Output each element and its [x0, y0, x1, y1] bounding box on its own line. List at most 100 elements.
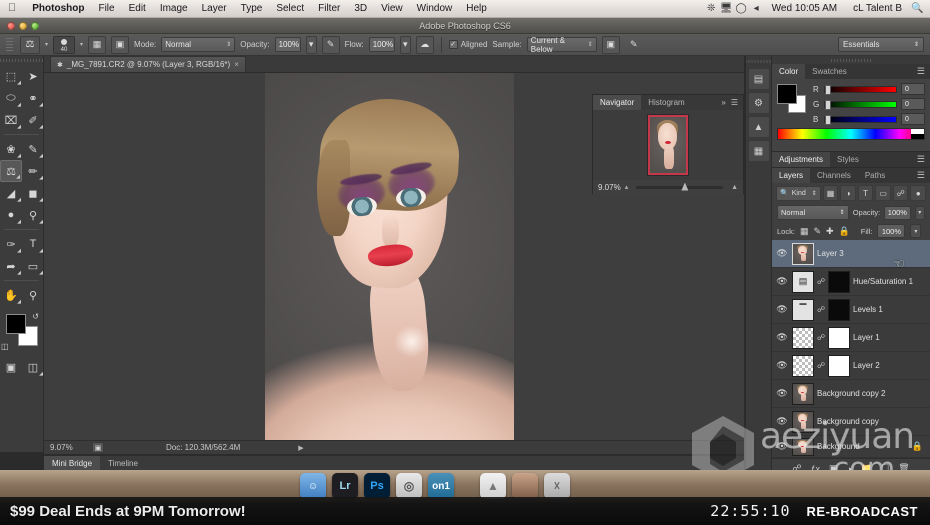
layer-visibility-icon[interactable]: 👁: [775, 276, 789, 287]
layer-visibility-icon[interactable]: 👁: [775, 416, 789, 427]
opacity-input[interactable]: 100%: [274, 37, 301, 52]
actions-icon[interactable]: ⚙: [747, 92, 770, 114]
layer-name[interactable]: Background copy 2: [817, 389, 886, 398]
filter-type-icon[interactable]: T: [857, 185, 874, 201]
swap-colors-icon[interactable]: ↺: [32, 312, 39, 321]
layer-fill-value[interactable]: 100%: [877, 224, 906, 238]
clone-source-icon[interactable]: ▣: [111, 35, 130, 54]
menu-layer[interactable]: Layer: [195, 0, 234, 18]
bluetooth-icon[interactable]: ❊: [705, 3, 718, 14]
channel-g-knob[interactable]: [825, 99, 831, 110]
rectangle-tool[interactable]: ▭ ◢: [22, 255, 44, 277]
clone-stamp-tool[interactable]: ⚖ ◢: [0, 160, 22, 182]
document-tab[interactable]: ✱ _MG_7891.CR2 @ 9.07% (Layer 3, RGB/16*…: [50, 56, 246, 72]
link-mask-icon[interactable]: ☍: [817, 333, 825, 342]
navigator-zoom-slider[interactable]: [636, 182, 724, 191]
display-icon[interactable]: 🖥: [720, 3, 733, 14]
type-tool[interactable]: T ◢: [22, 233, 44, 255]
layer-thumbnail-adjustment[interactable]: ▤: [792, 270, 814, 293]
dock-item-finder[interactable]: ☺: [300, 473, 326, 499]
adjustments-icon[interactable]: ▲: [747, 116, 770, 138]
tab-channels[interactable]: Channels: [810, 168, 858, 183]
blend-mode-select[interactable]: Normal ⇕: [161, 37, 236, 52]
layer-fill-stepper[interactable]: ▾: [910, 224, 922, 238]
layer-thumbnail[interactable]: [792, 410, 814, 433]
clone-stamp-icon[interactable]: ⚖: [20, 35, 40, 54]
layer-opacity-stepper[interactable]: ▾: [914, 205, 926, 220]
layer-thumbnail[interactable]: [792, 326, 814, 349]
channel-g-slider[interactable]: [824, 99, 897, 110]
menu-type[interactable]: Type: [234, 0, 270, 18]
menu-window[interactable]: Window: [410, 0, 460, 18]
dodge-tool[interactable]: ⚲ ◢: [22, 204, 44, 226]
tab-color[interactable]: Color: [772, 64, 806, 79]
wifi-icon[interactable]: ◯: [735, 3, 748, 14]
brush-panel-icon[interactable]: ▦: [88, 35, 107, 54]
menu-image[interactable]: Image: [153, 0, 195, 18]
layer-mask-thumbnail[interactable]: [828, 326, 850, 349]
panel-menu-icon[interactable]: ☰: [731, 98, 738, 107]
layer-name[interactable]: Background copy: [817, 417, 879, 426]
filter-toggle-icon[interactable]: ●: [910, 185, 927, 201]
channel-r-knob[interactable]: [825, 84, 831, 95]
menu-user[interactable]: cL Talent B: [846, 0, 909, 18]
marquee-tool[interactable]: ⬚ ◢: [0, 65, 22, 87]
path-selection-tool[interactable]: ➦ ◢: [0, 255, 22, 277]
menu-file[interactable]: File: [91, 0, 121, 18]
layer-mask-thumbnail[interactable]: [828, 298, 850, 321]
layer-thumbnail[interactable]: [792, 354, 814, 377]
tab-layers[interactable]: Layers: [772, 168, 811, 183]
image-canvas[interactable]: [265, 73, 514, 443]
link-mask-icon[interactable]: ☍: [817, 361, 825, 370]
dock-item-photo-app[interactable]: [512, 473, 538, 499]
dock-item-bag-app[interactable]: ▲: [480, 473, 506, 499]
search-icon[interactable]: 🔍: [911, 3, 924, 14]
dock-item-camera-app[interactable]: ◎: [396, 473, 422, 499]
menu-help[interactable]: Help: [459, 0, 494, 18]
history-brush-tool[interactable]: ✏ ◢: [22, 160, 44, 182]
tools-panel-grip[interactable]: [0, 56, 43, 65]
navigator-zoom-value[interactable]: 9.07%: [598, 183, 621, 192]
opacity-slider-chevron-icon[interactable]: ▾: [305, 35, 317, 54]
menu-3d[interactable]: 3D: [347, 0, 374, 18]
pen-tool[interactable]: ✑ ◢: [0, 233, 22, 255]
foreground-color-swatch[interactable]: [6, 314, 26, 334]
history-icon[interactable]: ▤: [747, 68, 770, 90]
navigator-thumbnail-area[interactable]: [593, 110, 743, 180]
layer-visibility-icon[interactable]: 👁: [775, 388, 789, 399]
close-tab-icon[interactable]: ×: [234, 60, 239, 69]
pressure-opacity-icon[interactable]: ✎: [321, 35, 340, 54]
layer-name[interactable]: Background: [817, 442, 860, 451]
navigator-zoom-knob[interactable]: [681, 182, 689, 191]
layer-thumbnail[interactable]: [792, 242, 814, 265]
layer-visibility-icon[interactable]: 👁: [775, 248, 789, 259]
quick-mask-icon[interactable]: ▣: [0, 356, 22, 378]
layer-row-layer-2[interactable]: 👁 ☍ Layer 2: [772, 352, 930, 380]
volume-icon[interactable]: ◂: [750, 3, 763, 14]
options-bar-grip[interactable]: [6, 37, 13, 52]
color-ramp-extremes[interactable]: [911, 129, 924, 139]
dock-item-on1[interactable]: on1: [428, 473, 454, 499]
aligned-checkbox[interactable]: ✓ Aligned: [448, 40, 487, 49]
lock-transparent-icon[interactable]: ▦: [800, 226, 809, 237]
zoom-in-icon[interactable]: ▲: [731, 184, 738, 191]
tab-styles[interactable]: Styles: [830, 152, 866, 167]
filter-pixel-icon[interactable]: ▦: [822, 185, 839, 201]
layer-mask-thumbnail[interactable]: [828, 354, 850, 377]
menu-filter[interactable]: Filter: [311, 0, 347, 18]
layer-visibility-icon[interactable]: 👁: [775, 360, 789, 371]
tab-paths[interactable]: Paths: [858, 168, 892, 183]
menu-app-name[interactable]: Photoshop: [25, 0, 91, 18]
layer-row-background[interactable]: 👁 Background 🔒: [772, 436, 930, 458]
tab-mini-bridge[interactable]: Mini Bridge: [44, 455, 101, 471]
layer-row-layer-1[interactable]: 👁 ☍ Layer 1: [772, 324, 930, 352]
dock-item-trash[interactable]: ☓: [544, 473, 570, 499]
layer-visibility-icon[interactable]: 👁: [775, 304, 789, 315]
lock-position-icon[interactable]: ✚: [826, 226, 834, 237]
tab-navigator[interactable]: Navigator: [593, 95, 642, 110]
channel-b-knob[interactable]: [825, 114, 831, 125]
lock-image-icon[interactable]: ✎: [813, 226, 821, 237]
hand-tool[interactable]: ✋ ◢: [0, 284, 22, 306]
flow-input[interactable]: 100%: [368, 37, 395, 52]
layer-mask-thumbnail[interactable]: [828, 270, 850, 293]
